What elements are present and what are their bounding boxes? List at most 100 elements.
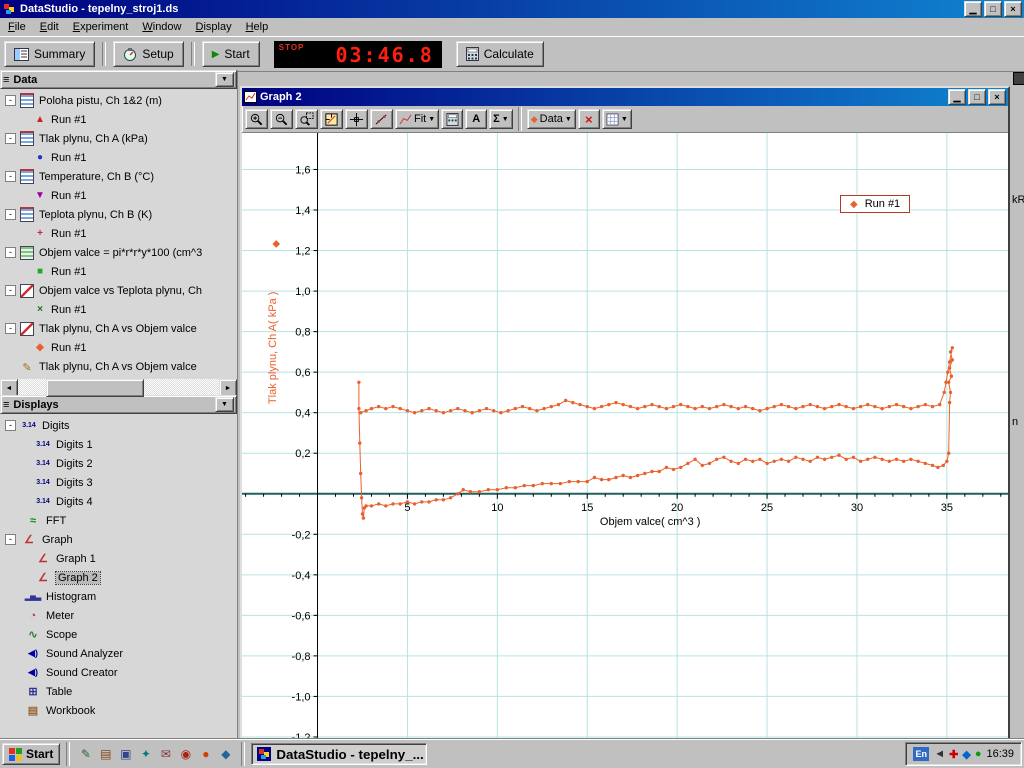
run-item[interactable]: ▲Run #1 [0, 110, 237, 129]
calculator-tool-button[interactable] [441, 109, 463, 129]
taskbar: Start ✎▤▣✦✉◉●◆ DataStudio - tepelny_... … [0, 739, 1024, 768]
display-item-digits-2[interactable]: 3.14Digits 2 [0, 454, 237, 473]
data-panel-header[interactable]: ≡ Data ▼ [0, 70, 237, 89]
tree-collapse-icon[interactable]: - [5, 420, 16, 431]
display-item-digits-4[interactable]: 3.14Digits 4 [0, 492, 237, 511]
quicklaunch-icon-6[interactable]: ◉ [176, 745, 195, 764]
zoom-in-button[interactable] [245, 109, 268, 129]
tray-icon-2[interactable]: ✚ [949, 748, 958, 761]
summary-button[interactable]: Summary [4, 41, 95, 67]
quicklaunch-icon-5[interactable]: ✉ [156, 745, 175, 764]
display-item-graph[interactable]: -∠Graph [0, 530, 237, 549]
display-item-graph-1[interactable]: ∠Graph 1 [0, 549, 237, 568]
run-item[interactable]: ●Run #1 [0, 148, 237, 167]
quicklaunch-icon-1[interactable]: ✎ [76, 745, 95, 764]
tree-collapse-icon[interactable]: - [5, 534, 16, 545]
displays-panel-header[interactable]: ≡ Displays ▼ [0, 395, 237, 414]
text-tool-button[interactable]: A [465, 109, 487, 129]
menu-help[interactable]: Help [239, 19, 276, 35]
data-source-item[interactable]: -Teplota plynu, Ch B (K) [0, 205, 237, 224]
display-item-digits-1[interactable]: 3.14Digits 1 [0, 435, 237, 454]
data-source-item[interactable]: -Tlak plynu, Ch A (kPa) [0, 129, 237, 148]
tree-collapse-icon[interactable]: - [5, 171, 16, 182]
display-item-digits[interactable]: -3.14Digits [0, 416, 237, 435]
graph-settings-button[interactable]: ▼ [602, 109, 632, 129]
data-source-item[interactable]: ✎Tlak plynu, Ch A vs Objem valce [0, 357, 237, 376]
display-item-sound-creator[interactable]: ◀)Sound Creator [0, 663, 237, 682]
scrollbar-track[interactable] [18, 379, 219, 395]
scale-to-fit-button[interactable] [320, 109, 343, 129]
quick-launch-bar: ✎▤▣✦✉◉●◆ [76, 745, 235, 764]
tree-collapse-icon[interactable]: - [5, 95, 16, 106]
tree-collapse-icon[interactable]: - [5, 285, 16, 296]
chart-area[interactable]: -1,2-1,0-0,8-0,6-0,4-0,20,20,40,60,81,01… [242, 133, 1008, 740]
data-tree-hscrollbar[interactable]: ◄ ► [0, 379, 237, 395]
quicklaunch-icon-2[interactable]: ▤ [96, 745, 115, 764]
zoom-select-button[interactable] [295, 109, 318, 129]
display-item-sound-analyzer[interactable]: ◀)Sound Analyzer [0, 644, 237, 663]
run-item[interactable]: ▼Run #1 [0, 186, 237, 205]
display-item-fft[interactable]: ≈FFT [0, 511, 237, 530]
data-panel-dropdown-icon[interactable]: ▼ [215, 72, 234, 87]
close-icon[interactable]: × [1004, 1, 1022, 17]
start-menu-button[interactable]: Start [2, 743, 60, 765]
language-indicator[interactable]: En [913, 747, 929, 761]
run-item[interactable]: ◆Run #1 [0, 338, 237, 357]
setup-button[interactable]: Setup [113, 41, 183, 67]
display-item-meter[interactable]: ◔Meter [0, 606, 237, 625]
chevron-down-icon: ▼ [428, 116, 435, 123]
tray-icon-1[interactable]: ◄ [934, 748, 945, 761]
slope-tool-button[interactable] [370, 109, 393, 129]
menu-edit[interactable]: Edit [33, 19, 66, 35]
display-item-histogram[interactable]: ▂▅▃Histogram [0, 587, 237, 606]
data-source-item[interactable]: -Tlak plynu, Ch A vs Objem valce [0, 319, 237, 338]
fit-menu-button[interactable]: Fit ▼ [395, 109, 439, 129]
calculate-button[interactable]: Calculate [456, 41, 544, 67]
display-item-workbook[interactable]: ▤Workbook [0, 701, 237, 720]
tree-collapse-icon[interactable]: - [5, 133, 16, 144]
smart-tool-button[interactable] [345, 109, 368, 129]
quicklaunch-icon-7[interactable]: ● [196, 745, 215, 764]
graph-restore-icon[interactable]: □ [968, 89, 986, 105]
data-source-item[interactable]: -Poloha pistu, Ch 1&2 (m) [0, 91, 237, 110]
quicklaunch-icon-4[interactable]: ✦ [136, 745, 155, 764]
display-item-scope[interactable]: ∿Scope [0, 625, 237, 644]
quicklaunch-icon-3[interactable]: ▣ [116, 745, 135, 764]
tray-icon-4[interactable]: ● [975, 748, 982, 761]
graph2-title-bar[interactable]: Graph 2 ▁ □ × [242, 88, 1008, 106]
display-item-digits-3[interactable]: 3.14Digits 3 [0, 473, 237, 492]
run-item[interactable]: +Run #1 [0, 224, 237, 243]
menu-file[interactable]: File [1, 19, 33, 35]
quicklaunch-icon-8[interactable]: ◆ [216, 745, 235, 764]
start-button[interactable]: ▶ Start [202, 41, 260, 67]
run-label: Run #1 [51, 304, 86, 316]
menu-experiment[interactable]: Experiment [66, 19, 136, 35]
remove-button[interactable]: × [578, 109, 600, 129]
displays-panel-dropdown-icon[interactable]: ▼ [215, 397, 234, 412]
run-item[interactable]: ×Run #1 [0, 300, 237, 319]
graph-close-icon[interactable]: × [988, 89, 1006, 105]
display-item-graph-2[interactable]: ∠Graph 2 [0, 568, 237, 587]
chart-legend[interactable]: ◆ Run #1 [840, 195, 910, 213]
display-item-table[interactable]: ⊞Table [0, 682, 237, 701]
zoom-out-button[interactable] [270, 109, 293, 129]
data-source-item[interactable]: -Temperature, Ch B (°C) [0, 167, 237, 186]
tree-collapse-icon[interactable]: - [5, 323, 16, 334]
title-bar[interactable]: DataStudio - tepelny_stroj1.ds ▁ □ × [0, 0, 1024, 18]
data-source-item[interactable]: -Objem valce vs Teplota plynu, Ch [0, 281, 237, 300]
datastudio-task-button[interactable]: DataStudio - tepelny_... [251, 743, 427, 765]
minimize-icon[interactable]: ▁ [964, 1, 982, 17]
statistics-button[interactable]: Σ ▼ [489, 109, 513, 129]
maximize-icon[interactable]: □ [984, 1, 1002, 17]
workbook-icon: ▤ [24, 704, 42, 717]
tray-icon-3[interactable]: ◆ [962, 748, 970, 761]
data-menu-button[interactable]: ◆ Data ▼ [527, 109, 576, 129]
menu-window[interactable]: Window [135, 19, 188, 35]
run-item[interactable]: ■Run #1 [0, 262, 237, 281]
scrollbar-thumb[interactable] [46, 379, 144, 397]
graph-minimize-icon[interactable]: ▁ [948, 89, 966, 105]
tree-collapse-icon[interactable]: - [5, 209, 16, 220]
tree-collapse-icon[interactable]: - [5, 247, 16, 258]
menu-display[interactable]: Display [189, 19, 239, 35]
data-source-item[interactable]: -Objem valce = pi*r*r*y*100 (cm^3 [0, 243, 237, 262]
